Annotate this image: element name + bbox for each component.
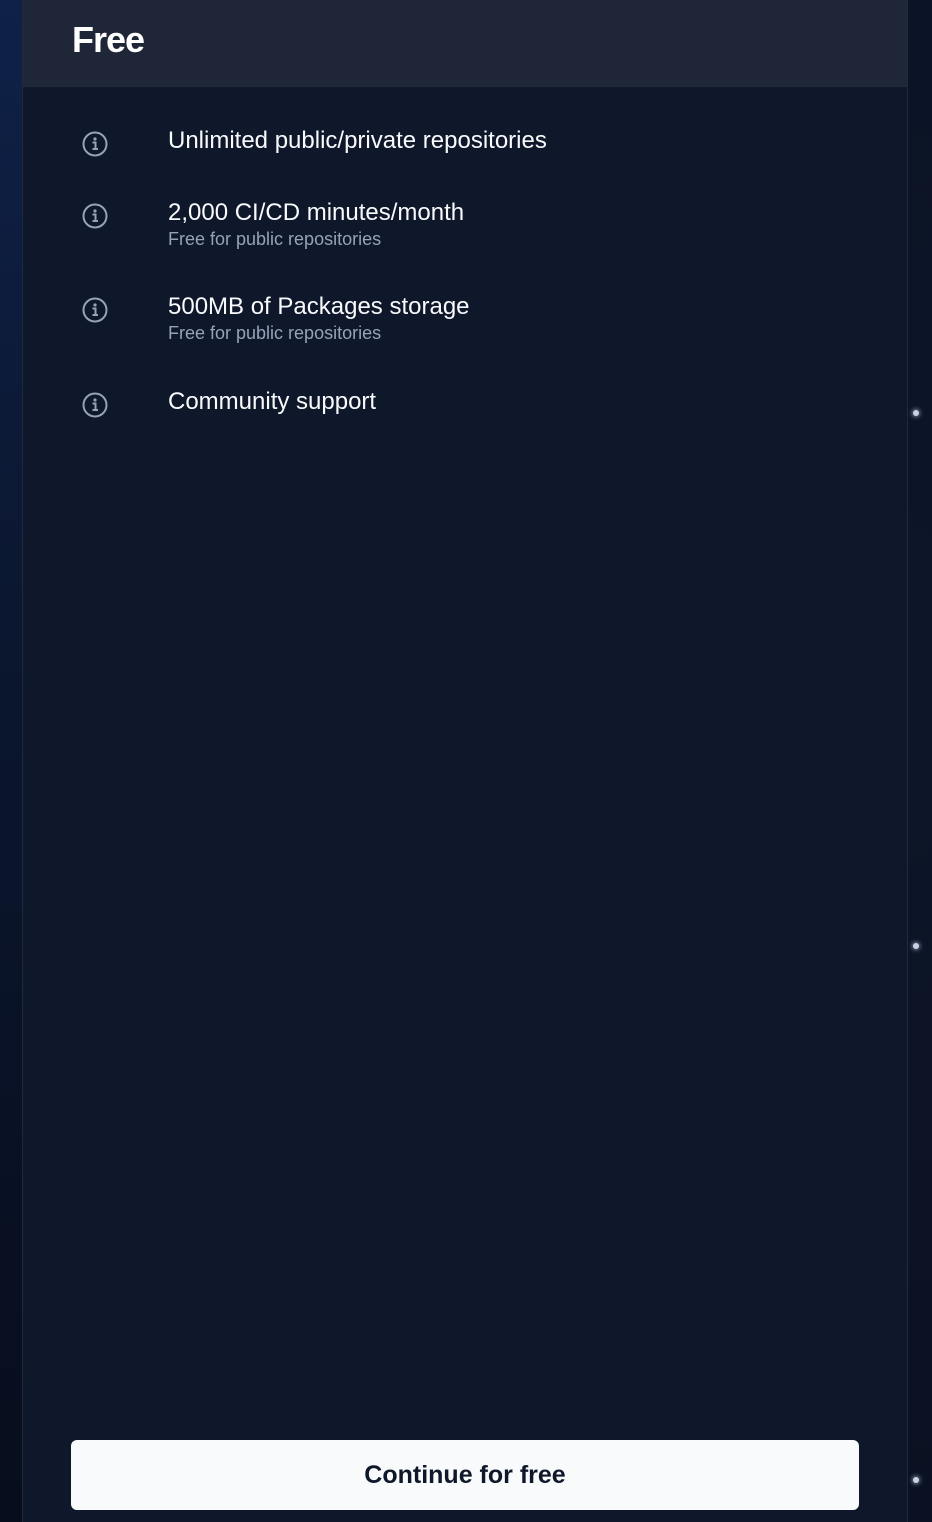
plan-title: Free xyxy=(72,19,145,60)
info-icon[interactable] xyxy=(81,391,109,419)
feature-label: Community support xyxy=(168,388,377,415)
carousel-dot xyxy=(913,1477,919,1483)
info-icon[interactable] xyxy=(81,296,109,324)
feature-label: 500MB of Packages storage xyxy=(168,293,470,320)
pricing-card-free: Free Unlimited public/private repositori… xyxy=(22,0,908,1522)
info-icon[interactable] xyxy=(81,130,109,158)
carousel-dot xyxy=(913,410,919,416)
feature-label: 2,000 CI/CD minutes/month xyxy=(168,199,465,226)
feature-label: Unlimited public/private repositories xyxy=(168,127,547,154)
feature-sublabel: Free for public repositories xyxy=(168,323,382,343)
background-right-edge xyxy=(908,0,932,1522)
carousel-dot xyxy=(913,943,919,949)
info-icon[interactable] xyxy=(81,202,109,230)
pricing-card-header: Free xyxy=(23,0,907,87)
feature-sublabel: Free for public repositories xyxy=(168,229,382,249)
background-left-edge xyxy=(0,0,22,1522)
continue-for-free-button[interactable]: Continue for free xyxy=(71,1440,859,1510)
